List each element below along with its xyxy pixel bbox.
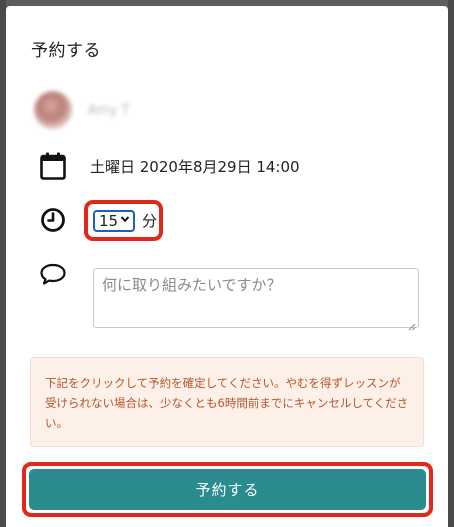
calendar-icon — [38, 151, 68, 181]
modal-title: 予約する — [31, 41, 101, 61]
date-row: 土曜日 2020年8月29日 14:00 — [38, 151, 300, 181]
chevron-down-icon — [120, 215, 130, 226]
speech-bubble-icon — [38, 259, 68, 289]
submit-highlight: 予約する — [22, 462, 433, 517]
notice-text: 下記をクリックして予約を確定してください。やむを得ずレッスンが受けられない場合は… — [45, 376, 409, 430]
duration-select[interactable]: 15 — [93, 209, 135, 232]
duration-value: 15 — [99, 211, 119, 230]
message-placeholder: 何に取り組みたいですか？ — [102, 276, 282, 294]
duration-unit: 分 — [142, 212, 158, 230]
tutor-row: Amy T — [34, 88, 129, 132]
backdrop-right — [448, 0, 454, 527]
book-button[interactable]: 予約する — [29, 469, 426, 510]
duration-highlight: 15 分 — [84, 200, 163, 241]
avatar — [34, 91, 72, 129]
booking-date: 土曜日 2020年8月29日 14:00 — [90, 157, 300, 176]
resize-handle-icon[interactable] — [408, 317, 416, 331]
cancellation-notice: 下記をクリックして予約を確定してください。やむを得ずレッスンが受けられない場合は… — [30, 357, 424, 447]
book-button-label: 予約する — [195, 481, 260, 499]
tutor-name: Amy T — [88, 102, 130, 118]
clock-icon — [38, 205, 68, 235]
booking-modal: 予約する — [6, 6, 448, 527]
message-textarea[interactable]: 何に取り組みたいですか？ — [93, 268, 419, 331]
duration-row — [38, 205, 68, 235]
message-row — [38, 259, 68, 289]
